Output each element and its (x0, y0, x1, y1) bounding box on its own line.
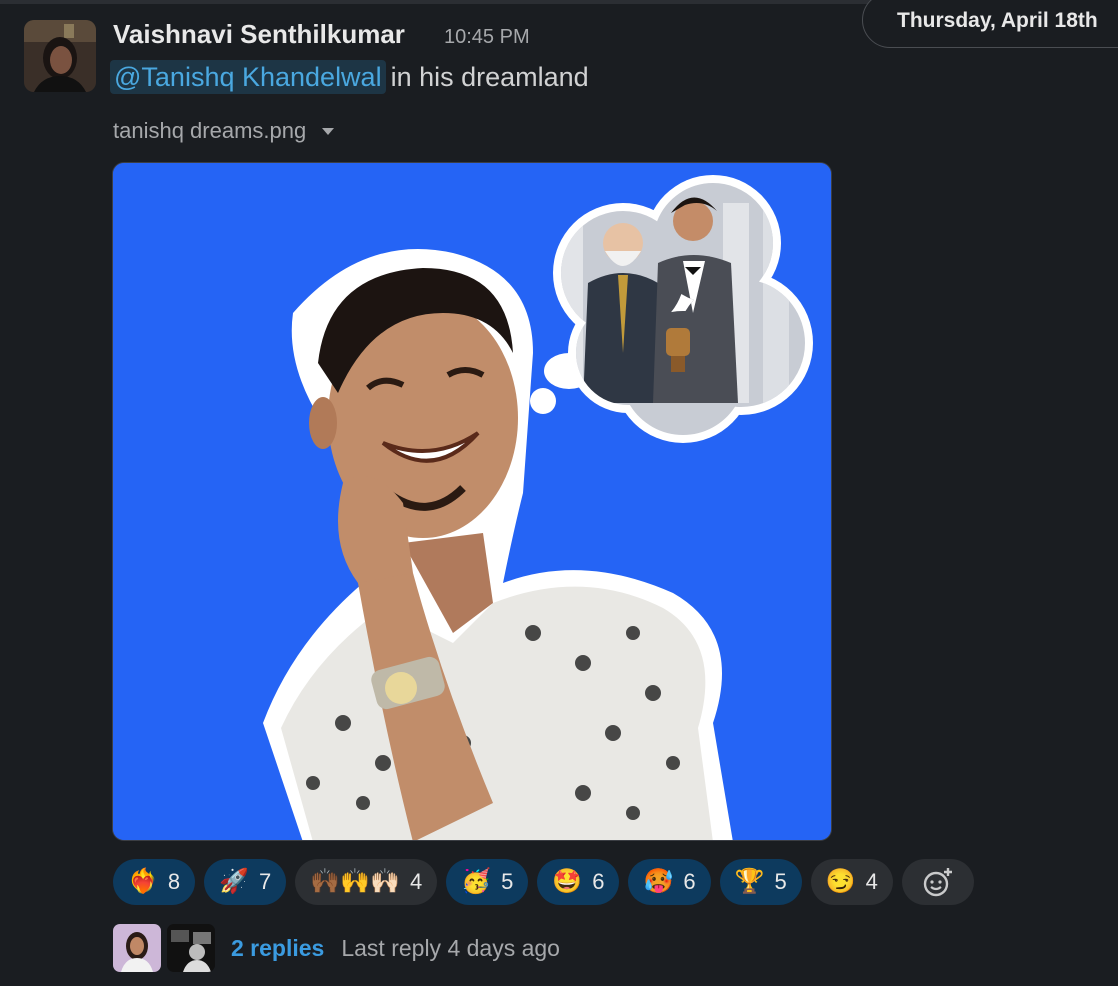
file-name: tanishq dreams.png (113, 118, 307, 143)
reaction-pill[interactable]: 🥳 5 (446, 859, 529, 905)
user-mention[interactable]: @Tanishq Khandelwal (110, 60, 386, 94)
reaction-count: 7 (259, 869, 272, 894)
replies-link[interactable]: 2 replies (231, 935, 324, 962)
rocket-emoji: 🚀 (219, 868, 250, 895)
reply-avatar[interactable] (113, 924, 161, 972)
smirking-face-emoji: 😏 (825, 868, 856, 895)
reaction-count: 8 (167, 869, 181, 894)
reaction-pill[interactable]: 🤩 6 (537, 859, 620, 905)
reaction-pill[interactable]: 🙌🏾🙌🙌🏻 4 (295, 859, 438, 905)
chevron-down-icon[interactable] (322, 127, 335, 135)
reaction-count: 4 (865, 869, 878, 894)
message-author[interactable]: Vaishnavi Senthilkumar (113, 19, 405, 50)
star-struck-emoji: 🤩 (552, 868, 583, 895)
reaction-pill[interactable]: 🏆 5 (719, 859, 802, 905)
raising-hands-emoji: 🙌🏾🙌🙌🏻 (310, 868, 400, 895)
add-reaction-button[interactable] (901, 859, 974, 905)
message-timestamp[interactable]: 10:45 PM (444, 26, 530, 49)
reaction-count: 6 (683, 869, 696, 894)
reaction-count: 6 (592, 869, 605, 894)
message-body: @Tanishq Khandelwal in his dreamland (110, 60, 589, 94)
trophy-emoji: 🏆 (734, 868, 765, 895)
heart-on-fire-emoji: ❤️‍🔥 (128, 868, 158, 895)
file-attachment-header[interactable]: tanishq dreams.png (113, 118, 335, 144)
reaction-count: 5 (774, 869, 787, 894)
reaction-count: 5 (501, 869, 514, 894)
author-avatar[interactable] (24, 20, 96, 92)
partying-face-emoji: 🥳 (461, 868, 492, 895)
thread-summary[interactable]: 2 replies Last reply 4 days ago (113, 924, 560, 972)
reply-avatar[interactable] (167, 924, 215, 972)
reactions-bar: ❤️‍🔥 8 🚀 7 🙌🏾🙌🙌🏻 4 🥳 5 🤩 6 🥵 6 🏆 5 😏 4 (113, 859, 974, 905)
add-emoji-icon (923, 868, 952, 897)
message-text: in his dreamland (390, 62, 589, 92)
reaction-pill[interactable]: 😏 4 (810, 859, 893, 905)
last-reply-time: Last reply 4 days ago (341, 934, 560, 961)
hot-face-emoji: 🥵 (643, 868, 674, 895)
image-attachment[interactable] (112, 162, 832, 841)
reaction-count: 4 (409, 869, 423, 894)
reaction-pill[interactable]: 🥵 6 (628, 859, 711, 905)
reaction-pill[interactable]: 🚀 7 (204, 859, 287, 905)
date-divider-button[interactable]: Thursday, April 18th (862, 0, 1118, 48)
reaction-pill[interactable]: ❤️‍🔥 8 (113, 859, 196, 905)
